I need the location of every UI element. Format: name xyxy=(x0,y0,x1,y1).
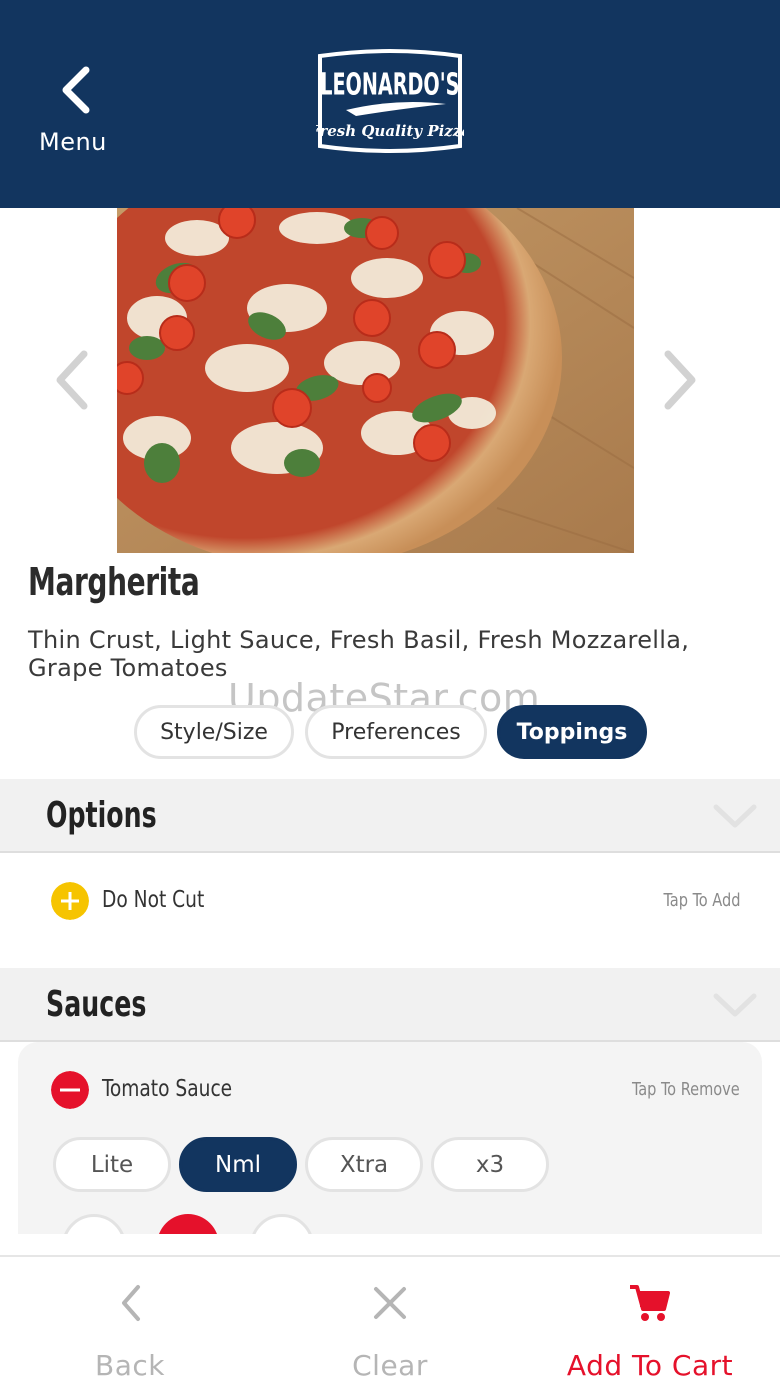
minus-circle-icon[interactable] xyxy=(51,1071,89,1109)
tab-style-size[interactable]: Style/Size xyxy=(134,705,294,759)
tap-to-remove-hint: Tap To Remove xyxy=(632,1079,740,1100)
amount-nml-button[interactable]: Nml xyxy=(179,1137,297,1192)
amount-xtra-button[interactable]: Xtra xyxy=(305,1137,423,1192)
menu-back-button[interactable]: Menu xyxy=(30,62,120,162)
sauces-section-header[interactable]: Sauces xyxy=(0,968,780,1042)
amount-x3-button[interactable]: x3 xyxy=(431,1137,549,1192)
amount-lite-button[interactable]: Lite xyxy=(53,1137,171,1192)
svg-text:Fresh Quality Pizza: Fresh Quality Pizza xyxy=(316,122,464,140)
add-to-cart-button[interactable]: Add To Cart xyxy=(540,1257,760,1387)
tap-to-add-hint: Tap To Add xyxy=(663,890,740,911)
close-icon xyxy=(374,1287,406,1319)
sauce-label: Tomato Sauce xyxy=(102,1076,233,1102)
back-label: Back xyxy=(95,1349,165,1382)
menu-back-label: Menu xyxy=(39,128,107,156)
chevron-left-icon xyxy=(122,1285,140,1321)
product-title: Margherita xyxy=(28,560,200,604)
tab-toppings[interactable]: Toppings xyxy=(497,705,647,759)
cart-icon xyxy=(630,1285,670,1321)
plus-circle-icon[interactable] xyxy=(51,882,89,920)
option-row-do-not-cut[interactable]: Do Not Cut Tap To Add xyxy=(0,855,780,950)
chevron-down-icon xyxy=(713,804,757,828)
chevron-left-icon xyxy=(62,66,90,114)
options-section-title: Options xyxy=(46,795,157,836)
clear-button[interactable]: Clear xyxy=(290,1257,490,1387)
sauces-section-title: Sauces xyxy=(46,984,147,1025)
bottom-action-bar: Back Clear Add To Cart xyxy=(0,1255,780,1387)
pizza-photo xyxy=(117,208,634,553)
app-header: Menu LEONARDO'S Fresh Quality Pizza xyxy=(0,0,780,208)
product-description: Thin Crust, Light Sauce, Fresh Basil, Fr… xyxy=(28,626,690,682)
chevron-down-icon xyxy=(713,993,757,1017)
svg-text:LEONARDO'S: LEONARDO'S xyxy=(320,68,459,103)
options-section-header[interactable]: Options xyxy=(0,779,780,853)
tab-preferences[interactable]: Preferences xyxy=(305,705,487,759)
add-to-cart-label: Add To Cart xyxy=(566,1349,734,1382)
prev-image-arrow[interactable] xyxy=(52,350,92,410)
next-image-arrow[interactable] xyxy=(660,350,700,410)
clear-label: Clear xyxy=(352,1349,428,1382)
scroll-cutoff xyxy=(0,1234,780,1255)
leonardos-logo: LEONARDO'S Fresh Quality Pizza xyxy=(308,46,471,156)
option-label: Do Not Cut xyxy=(102,887,205,913)
back-button[interactable]: Back xyxy=(30,1257,230,1387)
